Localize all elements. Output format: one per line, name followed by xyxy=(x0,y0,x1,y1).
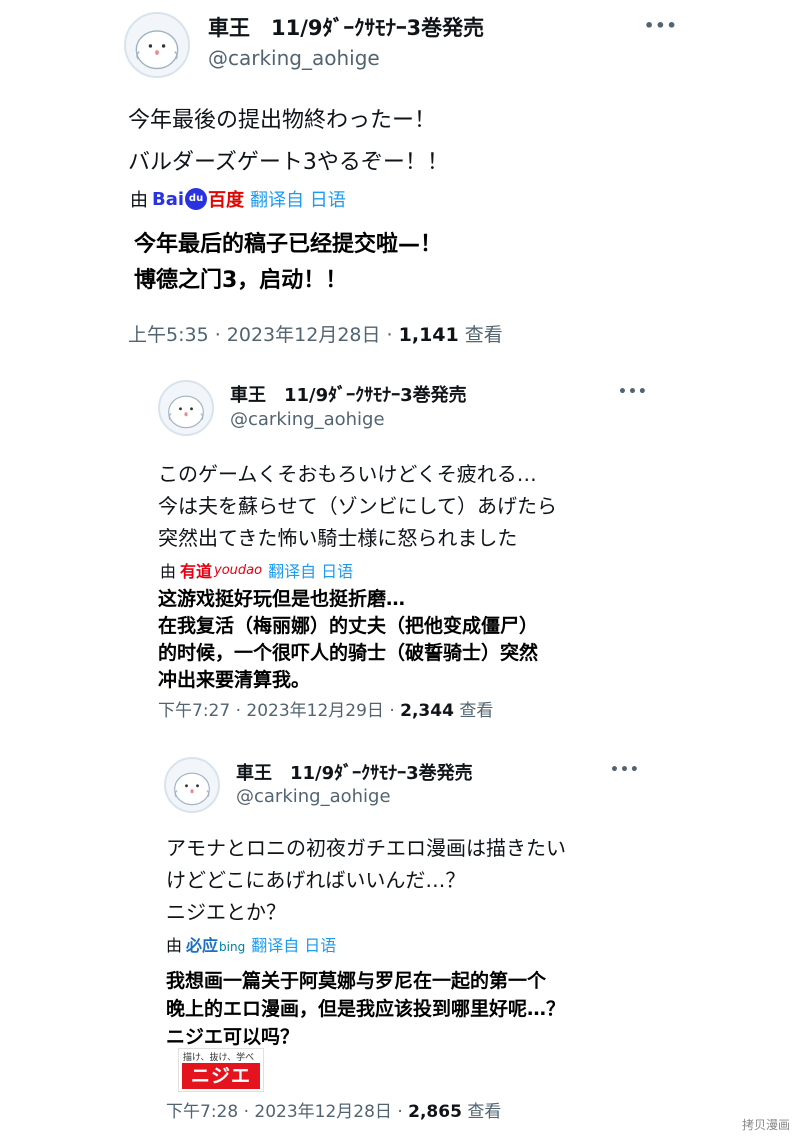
timestamp-link[interactable]: 下午7:27 · 2023年12月29日 · xyxy=(158,701,400,721)
avatar-mascot-icon xyxy=(174,772,210,806)
translated-from-link[interactable]: 翻译自 日语 xyxy=(268,558,353,582)
translation-attribution: 由 有道 youdao 翻译自 日语 xyxy=(160,558,353,582)
tweet-body-line: バルダーズゲート3やるぞー！！ xyxy=(128,150,449,175)
more-options-icon[interactable]: ••• xyxy=(644,16,678,35)
tweet-meta: 上午5:35 · 2023年12月28日 · 1,141 查看 xyxy=(128,320,503,347)
youdao-logo-part: 有道 xyxy=(180,562,213,581)
avatar[interactable] xyxy=(164,757,220,813)
translated-line: 我想画一篇关于阿莫娜与罗尼在一起的第一个 xyxy=(166,970,547,992)
avatar-mascot-icon xyxy=(168,395,204,429)
more-options-icon[interactable]: ••• xyxy=(618,384,648,400)
avatar-mascot-icon xyxy=(135,30,179,70)
translated-line: 今年最后的稿子已经提交啦—！ xyxy=(134,232,443,257)
timestamp-link[interactable]: 上午5:35 · 2023年12月28日 · xyxy=(128,324,399,346)
view-count: 2,865 xyxy=(408,1102,462,1122)
translated-by-label: 由 xyxy=(130,190,148,211)
tweet-meta: 下午7:28 · 2023年12月28日 · 2,865 查看 xyxy=(166,1097,501,1122)
more-options-icon[interactable]: ••• xyxy=(610,762,640,778)
translated-line: 晚上的エロ漫画，但是我应该投到哪里好呢…？ xyxy=(166,998,566,1020)
view-label: 查看 xyxy=(453,701,494,721)
view-label: 查看 xyxy=(461,1102,502,1122)
baidu-logo-part: 百度 xyxy=(208,190,245,211)
author-name[interactable]: 車王 11/9ﾀﾞｰｸｻﾓﾅｰ3巻発売 xyxy=(230,381,467,407)
view-label: 查看 xyxy=(458,324,503,346)
tweet-body-line: ニジエとか？ xyxy=(166,900,286,924)
tweet-body-line: 突然出てきた怖い騎士様に怒られました xyxy=(158,526,518,550)
site-watermark: 拷贝漫画 xyxy=(741,1118,790,1132)
translated-by-label: 由 xyxy=(166,936,183,955)
translated-line: ニジエ可以吗？ xyxy=(166,1026,300,1048)
nijie-wordmark: ニジエ xyxy=(182,1063,260,1089)
author-name[interactable]: 車王 11/9ﾀﾞｰｸｻﾓﾅｰ3巻発売 xyxy=(208,12,484,42)
view-count: 2,344 xyxy=(400,701,454,721)
nijie-tagline: 描け、抜け、学べ xyxy=(183,1053,255,1063)
baidu-logo-part: du xyxy=(185,188,208,210)
translated-line: 博德之门3，启动！！ xyxy=(134,268,348,293)
translation-attribution: 由 必应 bing 翻译自 日语 xyxy=(166,932,336,956)
baidu-logo-part: Bai xyxy=(152,188,185,210)
author-name[interactable]: 車王 11/9ﾀﾞｰｸｻﾓﾅｰ3巻発売 xyxy=(236,759,473,785)
tweet-body-line: 今は夫を蘇らせて（ゾンビにして）あげたら xyxy=(158,494,557,518)
tweet-meta: 下午7:27 · 2023年12月29日 · 2,344 查看 xyxy=(158,696,493,721)
bing-logo-icon: 必应 bing xyxy=(186,932,245,956)
youdao-logo-part: youdao xyxy=(214,562,263,578)
translated-line: 在我复活（梅丽娜）的丈夫（把他变成僵尸） xyxy=(158,615,539,637)
nijie-logo-image[interactable]: 描け、抜け、学べ ニジエ xyxy=(178,1048,264,1092)
bing-logo-part: 必应 xyxy=(186,936,219,955)
tweet-body-line: 今年最後の提出物終わったー！ xyxy=(128,108,437,133)
tweet-body-line: けどどこにあげればいいんだ…？ xyxy=(166,868,466,892)
avatar[interactable] xyxy=(124,12,190,78)
author-handle[interactable]: @carking_aohige xyxy=(236,786,391,807)
translated-line: 这游戏挺好玩但是也挺折磨… xyxy=(158,588,406,610)
author-handle[interactable]: @carking_aohige xyxy=(208,46,380,70)
bing-logo-part: bing xyxy=(219,940,246,954)
baidu-logo-icon: Bai du 百度 xyxy=(152,186,244,212)
translated-line: 冲出来要清算我。 xyxy=(158,669,311,691)
translated-line: 的时候，一个很吓人的骑士（破誓骑士）突然 xyxy=(158,642,539,664)
tweet-body-line: アモナとロニの初夜ガチエロ漫画は描きたい xyxy=(166,836,566,860)
author-handle[interactable]: @carking_aohige xyxy=(230,409,385,430)
timestamp-link[interactable]: 下午7:28 · 2023年12月28日 · xyxy=(166,1102,408,1122)
translation-attribution: 由 Bai du 百度 翻译自 日语 xyxy=(130,186,346,212)
tweet-body-line: このゲームくそおもろいけどくそ疲れる… xyxy=(158,462,537,486)
translated-from-link[interactable]: 翻译自 日语 xyxy=(250,186,346,212)
translated-by-label: 由 xyxy=(160,562,177,581)
view-count: 1,141 xyxy=(398,324,459,346)
youdao-logo-icon: 有道 youdao xyxy=(180,558,262,582)
avatar[interactable] xyxy=(158,380,214,436)
translated-from-link[interactable]: 翻译自 日语 xyxy=(251,932,336,956)
